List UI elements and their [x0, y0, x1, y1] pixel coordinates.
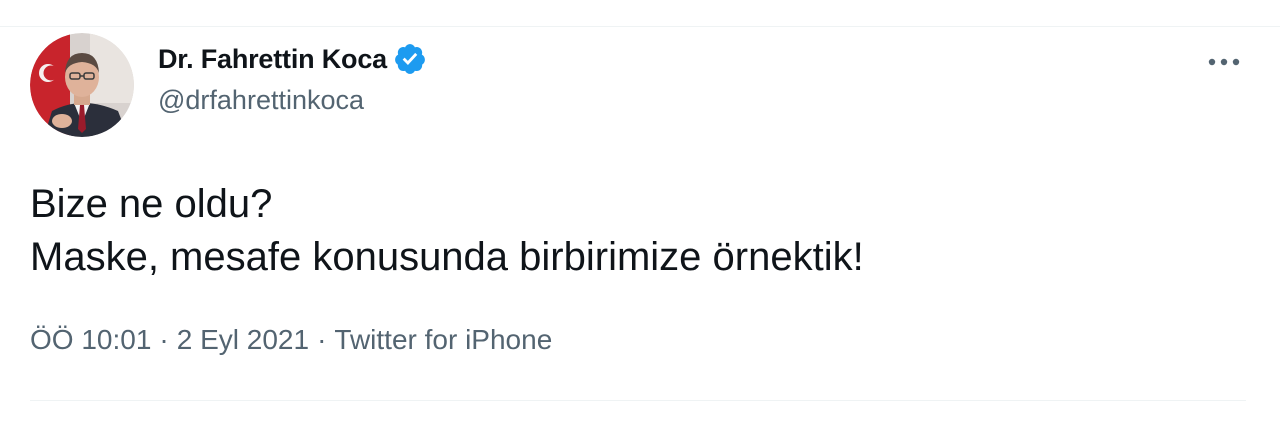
tweet-page: Dr. Fahrettin Koca @drfahrettinkoca Bize… [0, 0, 1280, 435]
name-row: Dr. Fahrettin Koca [158, 41, 427, 77]
verified-badge-icon [393, 42, 427, 76]
tweet-meta: ÖÖ 10:01 · 2 Eyl 2021 · Twitter for iPho… [30, 324, 552, 356]
tweet-header: Dr. Fahrettin Koca @drfahrettinkoca [30, 33, 427, 137]
tweet-text: Bize ne oldu? Maske, mesafe konusunda bi… [30, 182, 864, 279]
more-horizontal-icon [1208, 58, 1240, 66]
avatar[interactable] [30, 33, 134, 137]
tweet-source[interactable]: Twitter for iPhone [334, 324, 552, 356]
handle[interactable]: @drfahrettinkoca [158, 85, 427, 116]
tweet-time[interactable]: ÖÖ 10:01 [30, 324, 151, 356]
tweet-date[interactable]: 2 Eyl 2021 [177, 324, 309, 356]
top-divider [0, 26, 1280, 27]
more-options-button[interactable] [1206, 44, 1242, 80]
avatar-image [30, 33, 134, 137]
bottom-divider [30, 400, 1246, 401]
meta-separator: · [317, 324, 327, 355]
display-name[interactable]: Dr. Fahrettin Koca [158, 44, 387, 75]
meta-separator: · [159, 324, 169, 355]
author-info: Dr. Fahrettin Koca @drfahrettinkoca [158, 41, 427, 116]
